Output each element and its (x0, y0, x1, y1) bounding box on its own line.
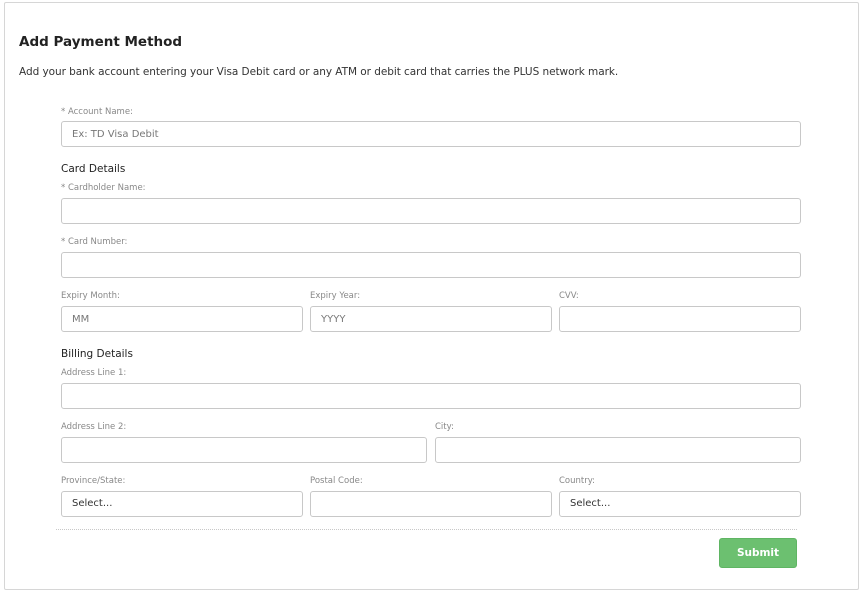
expiry-month-label: Expiry Month: (61, 291, 120, 301)
card-details-heading: Card Details (61, 163, 126, 175)
city-label: City: (435, 422, 454, 432)
address-line-2-label: Address Line 2: (61, 422, 127, 432)
postal-code-input[interactable] (310, 491, 552, 517)
account-name-input[interactable] (61, 121, 801, 147)
province-state-select[interactable]: Select... (61, 491, 303, 517)
billing-details-heading: Billing Details (61, 348, 133, 360)
address-line-2-input[interactable] (61, 437, 427, 463)
postal-code-label: Postal Code: (310, 476, 363, 486)
country-label: Country: (559, 476, 596, 486)
address-line-1-input[interactable] (61, 383, 801, 409)
address-line-1-label: Address Line 1: (61, 368, 127, 378)
submit-button[interactable]: Submit (719, 538, 797, 568)
province-state-label: Province/State: (61, 476, 126, 486)
form-divider (56, 529, 797, 530)
cardholder-name-input[interactable] (61, 198, 801, 224)
page-description: Add your bank account entering your Visa… (19, 66, 619, 78)
account-name-label: * Account Name: (61, 107, 133, 117)
card-number-label: * Card Number: (61, 237, 128, 247)
cvv-label: CVV: (559, 291, 579, 301)
city-input[interactable] (435, 437, 801, 463)
expiry-year-input[interactable] (310, 306, 552, 332)
expiry-year-label: Expiry Year: (310, 291, 361, 301)
page-title: Add Payment Method (19, 34, 183, 50)
card-number-input[interactable] (61, 252, 801, 278)
expiry-month-input[interactable] (61, 306, 303, 332)
country-select[interactable]: Select... (559, 491, 801, 517)
cardholder-name-label: * Cardholder Name: (61, 183, 146, 193)
cvv-input[interactable] (559, 306, 801, 332)
